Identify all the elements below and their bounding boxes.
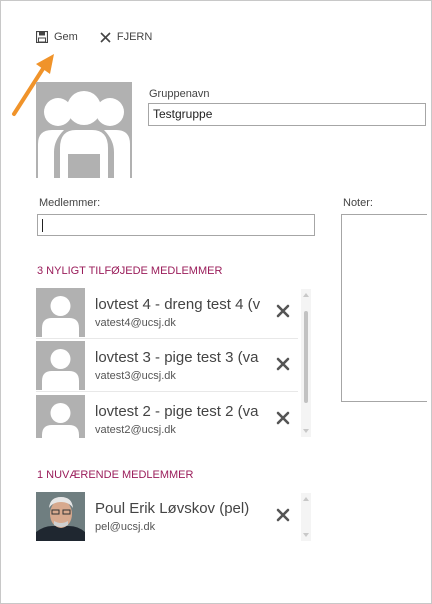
member-email: vatest2@ucsj.dk — [95, 424, 176, 436]
person-icon — [42, 296, 79, 337]
group-name-input[interactable]: Testgruppe — [148, 103, 426, 126]
scroll-down-icon[interactable] — [301, 427, 311, 435]
member-email: vatest3@ucsj.dk — [95, 370, 176, 382]
remove-member-icon[interactable] — [275, 303, 291, 319]
remove-member-icon[interactable] — [275, 356, 291, 372]
scroll-up-icon[interactable] — [301, 495, 311, 503]
group-name-value: Testgruppe — [153, 107, 213, 121]
group-avatar[interactable] — [36, 82, 132, 178]
person-icon — [42, 403, 79, 438]
current-members-list: Poul Erik Løvskov (pel) pel@ucsj.dk — [36, 492, 316, 542]
avatar — [36, 492, 85, 541]
member-name: Poul Erik Løvskov (pel) — [95, 500, 250, 517]
avatar — [36, 395, 85, 438]
group-icon — [38, 91, 130, 178]
member-email: vatest4@ucsj.dk — [95, 317, 176, 329]
scroll-down-icon[interactable] — [301, 531, 311, 539]
member-name: lovtest 4 - dreng test 4 (v — [95, 296, 261, 313]
group-name-label: Gruppenavn — [149, 88, 210, 100]
remove-label: FJERN — [116, 31, 153, 43]
list-item: Poul Erik Løvskov (pel) pel@ucsj.dk — [36, 492, 298, 542]
save-icon — [36, 31, 48, 43]
remove-member-icon[interactable] — [275, 507, 291, 523]
text-caret — [42, 219, 43, 233]
current-list-scrollbar[interactable] — [301, 493, 311, 541]
avatar — [36, 288, 85, 337]
close-icon — [100, 31, 111, 43]
recent-members-list: lovtest 4 - dreng test 4 (v vatest4@ucsj… — [36, 288, 316, 438]
remove-member-icon[interactable] — [275, 410, 291, 426]
save-button[interactable]: Gem — [36, 31, 78, 43]
avatar — [36, 341, 85, 390]
member-photo — [36, 492, 85, 541]
member-name: lovtest 3 - pige test 3 (va — [95, 349, 259, 366]
list-item: lovtest 2 - pige test 2 (va vatest2@ucsj… — [36, 395, 298, 445]
notes-textarea[interactable] — [341, 214, 427, 402]
list-item: lovtest 3 - pige test 3 (va vatest3@ucsj… — [36, 341, 298, 392]
recent-list-scrollbar[interactable] — [301, 289, 311, 437]
toolbar: Gem FJERN — [36, 28, 174, 46]
save-label: Gem — [54, 31, 78, 43]
members-input[interactable] — [37, 214, 315, 236]
list-item: lovtest 4 - dreng test 4 (v vatest4@ucsj… — [36, 288, 298, 339]
member-email: pel@ucsj.dk — [95, 521, 156, 533]
person-icon — [42, 349, 79, 390]
recent-members-heading: 3 NYLIGT TILFØJEDE MEDLEMMER — [37, 265, 223, 277]
members-label: Medlemmer: — [39, 197, 101, 209]
notes-label: Noter: — [343, 197, 373, 209]
current-members-heading: 1 NUVÆRENDE MEDLEMMER — [37, 469, 194, 481]
remove-group-button[interactable]: FJERN — [100, 31, 152, 43]
scroll-thumb[interactable] — [304, 311, 308, 403]
member-name: lovtest 2 - pige test 2 (va — [95, 403, 259, 420]
scroll-up-icon[interactable] — [301, 291, 311, 299]
